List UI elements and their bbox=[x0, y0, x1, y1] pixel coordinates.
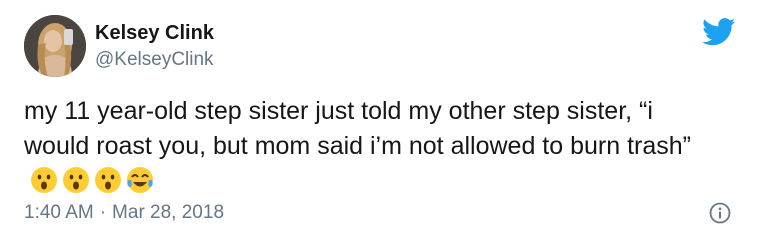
tweet-text: my 11 year-old step sister just told my … bbox=[24, 94, 724, 204]
avatar[interactable] bbox=[24, 15, 86, 77]
hushed-face-emoji bbox=[62, 166, 90, 194]
tears-of-joy-emoji bbox=[126, 166, 154, 194]
tweet-card: Kelsey Clink @KelseyClink my 11 year-old… bbox=[0, 0, 758, 243]
user-handle[interactable]: @KelseyClink bbox=[95, 49, 214, 71]
tweet-time: 1:40 AM bbox=[24, 202, 94, 223]
meta-separator: · bbox=[99, 202, 107, 223]
tweet-timestamp[interactable]: 1:40 AM · Mar 28, 2018 bbox=[24, 202, 224, 224]
hushed-face-emoji bbox=[30, 166, 58, 194]
info-icon[interactable] bbox=[709, 202, 731, 224]
display-name[interactable]: Kelsey Clink bbox=[95, 22, 214, 45]
tweet-date: Mar 28, 2018 bbox=[112, 202, 225, 223]
tweet-body: my 11 year-old step sister just told my … bbox=[24, 97, 691, 160]
twitter-bird-icon bbox=[702, 18, 736, 46]
hushed-face-emoji bbox=[94, 166, 122, 194]
emoji-row bbox=[30, 166, 158, 204]
